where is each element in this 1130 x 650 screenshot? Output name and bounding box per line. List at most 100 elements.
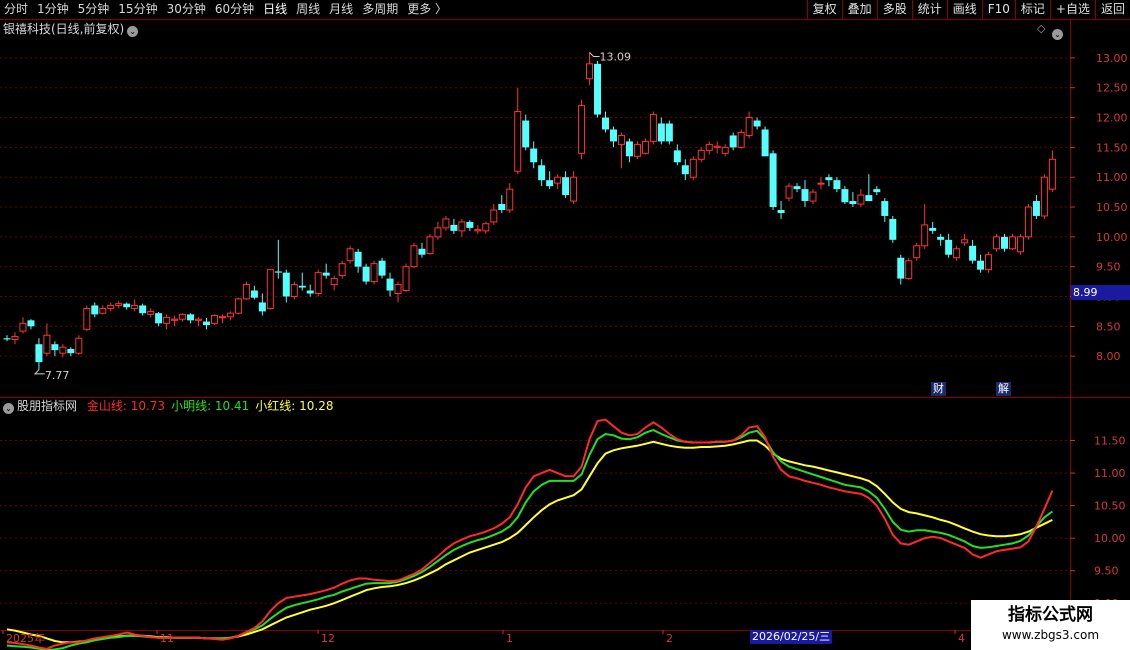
candle-body-up <box>985 254 993 271</box>
candle-body-down <box>753 120 761 127</box>
candle-body-down <box>450 224 458 231</box>
candle-body-up <box>1016 236 1024 253</box>
candle-body-up <box>1048 158 1056 190</box>
candle-body-up <box>633 143 641 157</box>
indicator-tick-label: 11.00 <box>1094 467 1126 480</box>
candle-body-up <box>43 334 51 354</box>
candle-body-down <box>562 177 570 196</box>
candle-body-down <box>538 165 546 181</box>
candle-body-down <box>801 189 809 202</box>
candle-body-down <box>769 153 777 208</box>
low-marker <box>33 369 45 375</box>
candle-body-up <box>147 310 155 315</box>
candle-body-down <box>969 245 977 261</box>
price-tick-label: 10.00 <box>1096 231 1128 244</box>
candle-body-up <box>697 149 705 160</box>
chart-canvas[interactable]: 13.00 12.50 12.00 11.50 11.00 10.50 10.00 9.50 9… <box>0 0 1130 650</box>
unlock-badge[interactable]: 解 <box>996 382 1011 396</box>
candle-body-down <box>841 189 849 203</box>
candle-body-up <box>809 191 817 202</box>
candle-body-down <box>849 201 857 205</box>
candle-body-up <box>179 313 187 320</box>
candle-body-up <box>817 182 825 185</box>
x-axis-label: 11 <box>160 632 174 645</box>
candle-body-up <box>913 245 921 259</box>
candle-body-up <box>705 143 713 151</box>
price-tick-label: 11.00 <box>1096 171 1128 184</box>
candle-body-down <box>657 123 665 142</box>
candle-body-up <box>482 223 490 232</box>
candle-body-up <box>586 63 594 80</box>
candle-body-down <box>673 150 681 163</box>
candle-body-up <box>394 284 402 295</box>
watermark: 指标公式网 www.zbgs3.com <box>971 600 1130 650</box>
candle-body-up <box>785 185 793 199</box>
candle-body-up <box>641 140 649 154</box>
candle-body-down <box>3 338 11 340</box>
candle-body-up <box>458 221 466 232</box>
candle-body-up <box>171 318 179 321</box>
candle-body-down <box>602 117 609 130</box>
candle-body-up <box>218 316 226 319</box>
x-axis-label: 4 <box>958 632 965 645</box>
candle-body-up <box>474 229 482 232</box>
candle-body-up <box>410 245 418 268</box>
candle-body-down <box>282 272 290 297</box>
candle-body-up <box>961 239 969 244</box>
indicator-series-line <box>6 439 1053 644</box>
candle-body-down <box>937 236 945 240</box>
candle-body-up <box>330 278 338 286</box>
indicator-tick-label: 10.50 <box>1094 500 1126 513</box>
candle-body-up <box>721 146 729 154</box>
candle-body-down <box>929 227 937 231</box>
candle-body-down <box>530 148 538 163</box>
x-axis-label: 2 <box>666 632 673 645</box>
candle-body-up <box>857 194 865 205</box>
candle-body-up <box>226 312 234 318</box>
price-tick-label: 12.00 <box>1096 112 1128 125</box>
candle-body-up <box>83 307 91 330</box>
candle-body-down <box>203 321 210 326</box>
price-tick-label: 9.50 <box>1096 261 1121 274</box>
financial-badge[interactable]: 财 <box>931 382 946 396</box>
indicator-tick-label: 11.50 <box>1094 435 1126 448</box>
candle-body-down <box>594 63 602 115</box>
candle-body-down <box>35 344 43 363</box>
candle-body-down <box>250 290 258 298</box>
candle-body-down <box>498 204 506 210</box>
candle-body-down <box>155 313 163 324</box>
candle-body-down <box>123 303 131 308</box>
price-tick-label: 8.00 <box>1096 350 1121 363</box>
candle-body-up <box>19 322 27 332</box>
candle-body-down <box>977 260 985 270</box>
candle-body-up <box>426 236 434 255</box>
x-axis-label: 2025年 <box>6 631 45 645</box>
indicator-tick-label: 10.00 <box>1094 532 1126 545</box>
candle-body-down <box>873 189 881 193</box>
candle-body-up <box>713 145 721 148</box>
candle-body-down <box>881 201 889 216</box>
candle-body-up <box>402 266 410 292</box>
candle-body-down <box>187 314 195 321</box>
cursor-date-tag: 2026/02/25/三 <box>750 630 833 644</box>
candle-body-up <box>107 304 115 309</box>
candle-body-up <box>195 318 203 321</box>
candle-body-up <box>993 236 1001 250</box>
candle-body-up <box>314 272 322 295</box>
candle-body-down <box>522 120 530 148</box>
candle-body-up <box>578 105 586 154</box>
candle-body-up <box>442 218 450 229</box>
candle-body-down <box>833 180 841 190</box>
candle-body-down <box>681 165 689 175</box>
candle-body-down <box>91 305 99 315</box>
candle-body-up <box>953 248 961 259</box>
candle-body-down <box>945 239 953 255</box>
high-label: 13.09 <box>600 51 632 64</box>
low-label: 7.77 <box>45 369 70 382</box>
candle-body-down <box>378 260 386 276</box>
candle-body-down <box>729 135 737 148</box>
candle-body-up <box>514 111 522 172</box>
candle-body-down <box>298 285 306 288</box>
candle-body-up <box>617 134 625 145</box>
candle-body-up <box>290 284 298 297</box>
